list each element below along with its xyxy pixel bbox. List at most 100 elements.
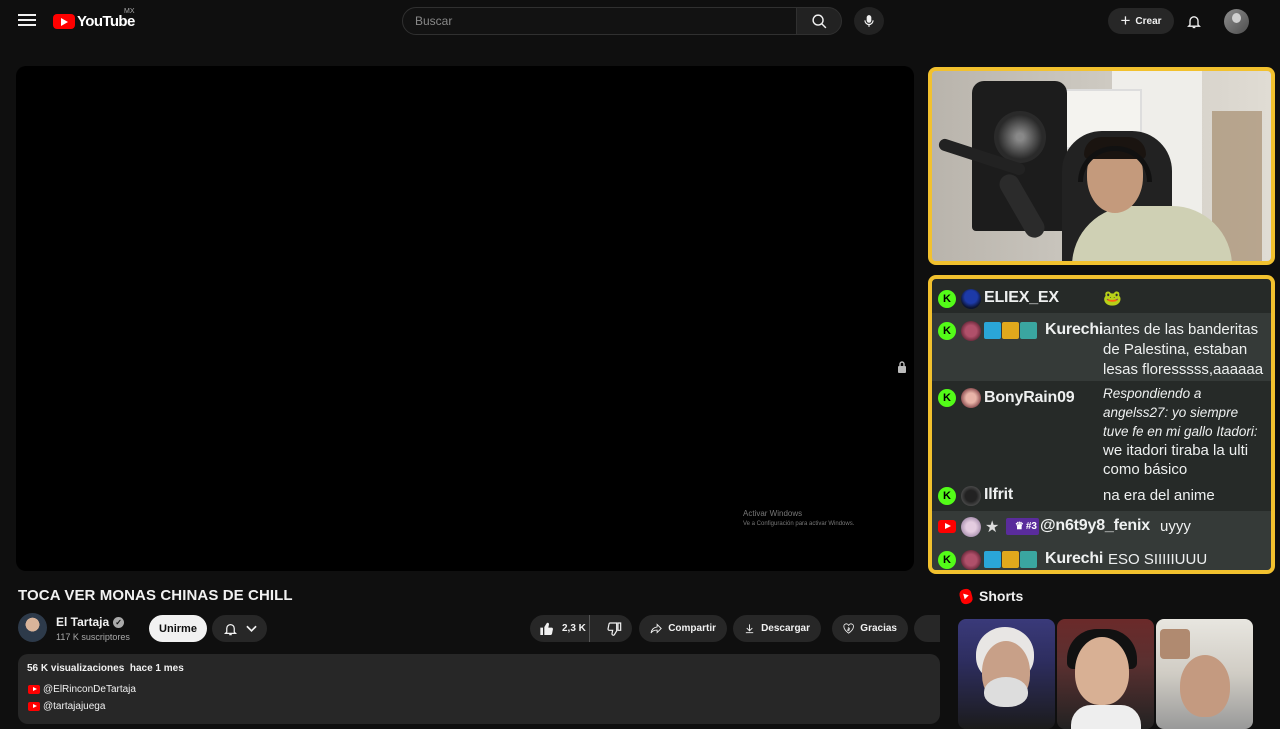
chat-message: ★ ♛ #3 @n6t9y8_fenix uyyy	[932, 511, 1271, 543]
chevron-down-icon	[245, 625, 257, 632]
more-actions-button[interactable]	[914, 615, 940, 642]
search-button[interactable]	[796, 7, 842, 35]
channel-avatar[interactable]	[18, 613, 47, 642]
thanks-button[interactable]: Gracias	[832, 615, 908, 642]
user-badges	[984, 322, 1037, 339]
search-icon	[811, 13, 826, 28]
search-box	[402, 7, 798, 35]
view-count: 56 K visualizaciones	[27, 663, 125, 674]
chat-message: K Kurechi ESO SIIIIIUUU	[932, 543, 1271, 570]
youtube-icon	[938, 520, 956, 533]
create-button[interactable]: + Crear	[1108, 8, 1174, 34]
hammer-badge-icon	[984, 322, 1001, 339]
menu-icon[interactable]	[16, 11, 38, 31]
chat-username: Ilfrit	[984, 486, 1014, 503]
member-badge-text: #3	[1025, 521, 1037, 532]
youtube-logo[interactable]: YouTube MX	[53, 8, 135, 30]
country-code: MX	[124, 8, 135, 15]
download-button[interactable]: Descargar	[733, 615, 821, 642]
description-channel-link[interactable]: @ElRinconDeTartaja	[28, 684, 136, 695]
user-avatar	[961, 486, 981, 506]
short-thumbnail[interactable]	[1156, 619, 1253, 729]
logo-text: YouTube	[77, 12, 135, 30]
crown-badge-icon	[1002, 551, 1019, 568]
chat-username: Kurechi	[1045, 321, 1104, 338]
dislike-button[interactable]	[596, 615, 632, 642]
subscriber-count: 117 K suscriptores	[56, 632, 130, 642]
user-avatar	[961, 321, 981, 341]
star-badge-icon: ★	[985, 519, 1000, 536]
thumbnail-face	[1075, 637, 1129, 705]
share-icon	[650, 623, 662, 634]
download-label: Descargar	[761, 623, 810, 634]
chat-username: @n6t9y8_fenix	[1040, 517, 1150, 534]
link-text: @ElRinconDeTartaja	[43, 684, 136, 695]
like-button[interactable]: 2,3 K	[530, 615, 591, 642]
create-label: Crear	[1135, 15, 1162, 27]
user-avatar	[961, 550, 981, 570]
thumbnail-shirt	[1071, 705, 1141, 729]
description-channel-link[interactable]: @tartajajuega	[28, 701, 105, 712]
chat-text: 🐸	[1103, 290, 1122, 307]
notifications-button[interactable]	[1183, 10, 1205, 32]
thanks-label: Gracias	[860, 623, 897, 634]
shorts-heading: Shorts	[958, 587, 1024, 605]
kick-icon: K	[938, 487, 956, 505]
chat-username: ELIEX_EX	[984, 289, 1059, 306]
kick-icon: K	[938, 389, 956, 407]
top-bar: YouTube MX + Crear	[0, 0, 1280, 42]
voice-search-button[interactable]	[854, 7, 884, 35]
bell-icon	[223, 623, 237, 635]
user-badges	[984, 551, 1037, 568]
windows-activation-watermark: Activar Windows Ve a Configuración para …	[743, 509, 854, 529]
heart-dollar-icon	[843, 623, 854, 634]
shorts-title: Shorts	[979, 588, 1024, 604]
join-button[interactable]: Unirme	[149, 615, 207, 642]
fox-badge-icon	[1020, 322, 1037, 339]
thumbnail-face	[1180, 655, 1230, 717]
kick-icon: K	[938, 290, 956, 308]
share-button[interactable]: Compartir	[639, 615, 727, 642]
subscription-notifications-button[interactable]	[212, 615, 267, 642]
youtube-play-icon	[53, 13, 75, 29]
thumbs-down-icon	[607, 621, 622, 636]
video-title: TOCA VER MONAS CHINAS DE CHILL	[18, 587, 293, 604]
hammer-badge-icon	[984, 551, 1001, 568]
crown-badge-icon: ♛	[1014, 521, 1024, 532]
youtube-icon	[28, 685, 40, 694]
like-count: 2,3 K	[562, 623, 586, 634]
chat-reply-context: Respondiendo a angelss27: yo siempre tuv…	[1103, 386, 1258, 439]
short-thumbnail[interactable]	[1057, 619, 1154, 729]
short-thumbnail[interactable]	[958, 619, 1055, 729]
chat-text: uyyy	[1160, 518, 1191, 535]
account-avatar[interactable]	[1224, 9, 1249, 34]
channel-name[interactable]: El Tartaja ✓	[56, 615, 125, 629]
download-icon	[745, 624, 754, 634]
chat-reply-text: we itadori tiraba la ulti como básico	[1103, 442, 1249, 478]
verified-icon: ✓	[113, 616, 125, 628]
webcam-overlay	[928, 67, 1275, 265]
chat-message: K Ilfrit na era del anime	[932, 481, 1271, 511]
chat-username: BonyRain09	[984, 389, 1075, 406]
bell-icon	[1187, 15, 1201, 28]
plus-icon: +	[1120, 10, 1131, 30]
chat-text: ESO SIIIIIUUU	[1108, 551, 1208, 568]
webcam-shirt-print	[994, 111, 1046, 163]
thumbnail-beard	[984, 677, 1028, 707]
video-player[interactable]	[16, 66, 914, 571]
kick-icon: K	[938, 551, 956, 569]
crown-badge-icon	[1002, 322, 1019, 339]
upload-date: hace 1 mes	[129, 663, 184, 674]
lock-icon	[898, 361, 906, 373]
kick-icon: K	[938, 322, 956, 340]
chat-text: Respondiendo a angelss27: yo siempre tuv…	[1103, 384, 1267, 479]
search-input[interactable]	[415, 14, 797, 28]
channel-name-text: El Tartaja	[56, 615, 110, 629]
chat-message: K ELIEX_EX 🐸	[932, 285, 1271, 313]
like-dislike-group: 2,3 K	[530, 615, 632, 642]
description-box[interactable]: 56 K visualizaciones hace 1 mes @ElRinco…	[18, 654, 940, 724]
youtube-icon	[28, 702, 40, 711]
microphone-icon	[864, 15, 874, 27]
chat-text: na era del anime	[1103, 487, 1215, 504]
chat-overlay: K ELIEX_EX 🐸 K Kurechi antes de las band…	[928, 275, 1275, 574]
